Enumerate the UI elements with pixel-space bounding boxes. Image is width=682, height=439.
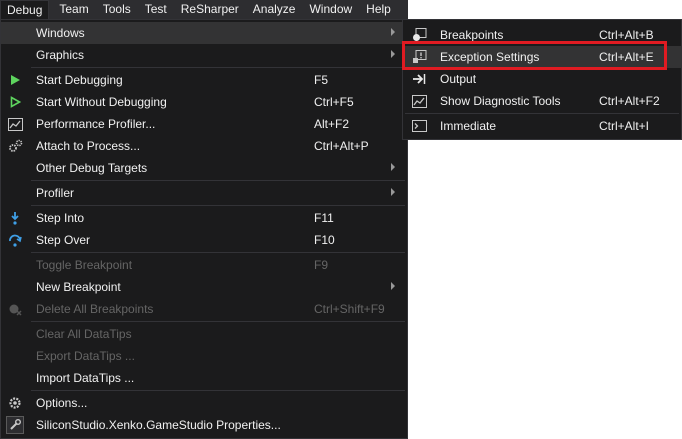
menu-item-label: Immediate bbox=[440, 119, 497, 133]
diagnostic-tools-icon bbox=[411, 94, 427, 108]
menu-item-label: Start Without Debugging bbox=[36, 95, 167, 109]
menu-item-label: Delete All Breakpoints bbox=[36, 302, 154, 316]
submenu-arrow-icon bbox=[391, 188, 395, 196]
menu-item-toggle-breakpoint[interactable]: Toggle Breakpoint F9 bbox=[1, 254, 407, 276]
step-into-icon bbox=[7, 211, 23, 225]
menu-bar: Debug Team Tools Test ReSharper Analyze … bbox=[0, 0, 408, 20]
menu-item-label: Options... bbox=[36, 396, 88, 410]
menu-item-label: Breakpoints bbox=[440, 28, 504, 42]
menu-item-label: Import DataTips ... bbox=[36, 371, 135, 385]
menu-item-attach-to-process[interactable]: Attach to Process... Ctrl+Alt+P bbox=[1, 135, 407, 157]
performance-chart-icon bbox=[7, 117, 23, 131]
menu-item-shortcut: Ctrl+Alt+B bbox=[599, 28, 654, 42]
menu-item-label: Output bbox=[440, 72, 477, 86]
menu-tools[interactable]: Tools bbox=[96, 0, 138, 20]
menu-item-label: Windows bbox=[36, 26, 85, 40]
menu-analyze[interactable]: Analyze bbox=[246, 0, 303, 20]
menu-item-label: Other Debug Targets bbox=[36, 161, 148, 175]
menu-item-shortcut: Ctrl+F5 bbox=[314, 95, 354, 109]
windows-submenu: Breakpoints Ctrl+Alt+B Exception Setting… bbox=[402, 19, 682, 140]
menu-item-delete-all-breakpoints[interactable]: Delete All Breakpoints Ctrl+Shift+F9 bbox=[1, 298, 407, 320]
menu-item-performance-profiler[interactable]: Performance Profiler... Alt+F2 bbox=[1, 113, 407, 135]
menu-item-label: Performance Profiler... bbox=[36, 117, 156, 131]
menu-item-label: Step Over bbox=[36, 233, 91, 247]
menu-test[interactable]: Test bbox=[138, 0, 174, 20]
menu-item-label: New Breakpoint bbox=[36, 280, 121, 294]
menu-item-windows[interactable]: Windows bbox=[1, 22, 407, 44]
menu-window[interactable]: Window bbox=[302, 0, 359, 20]
menu-item-other-debug-targets[interactable]: Other Debug Targets bbox=[1, 157, 407, 179]
menu-separator bbox=[31, 67, 405, 68]
debug-menu: Windows Graphics Start Debugging F5 Star… bbox=[0, 19, 408, 439]
submenu-arrow-icon bbox=[391, 282, 395, 290]
menu-item-label: Show Diagnostic Tools bbox=[440, 94, 561, 108]
menu-item-step-over[interactable]: Step Over F10 bbox=[1, 229, 407, 251]
menu-item-output[interactable]: Output bbox=[403, 68, 681, 90]
menu-item-shortcut: Ctrl+Alt+F2 bbox=[599, 94, 660, 108]
menu-item-shortcut: Alt+F2 bbox=[314, 117, 350, 131]
gears-icon bbox=[7, 139, 23, 153]
menu-item-shortcut: F9 bbox=[314, 258, 329, 272]
menu-item-new-breakpoint[interactable]: New Breakpoint bbox=[1, 276, 407, 298]
immediate-window-icon bbox=[411, 119, 427, 133]
menu-item-project-properties[interactable]: SiliconStudio.Xenko.GameStudio Propertie… bbox=[1, 414, 407, 436]
menu-item-label: Attach to Process... bbox=[36, 139, 141, 153]
menu-item-label: Toggle Breakpoint bbox=[36, 258, 133, 272]
menu-debug[interactable]: Debug bbox=[0, 0, 50, 20]
highlight-annotation-box bbox=[402, 41, 667, 70]
menu-item-import-datatips[interactable]: Import DataTips ... bbox=[1, 367, 407, 389]
menu-separator bbox=[31, 180, 405, 181]
menu-item-immediate[interactable]: Immediate Ctrl+Alt+I bbox=[403, 115, 681, 137]
play-icon bbox=[7, 73, 23, 87]
wrench-icon bbox=[6, 416, 24, 434]
menu-item-label: SiliconStudio.Xenko.GameStudio Propertie… bbox=[36, 418, 281, 432]
menu-item-graphics[interactable]: Graphics bbox=[1, 44, 407, 66]
menu-item-label: Graphics bbox=[36, 48, 85, 62]
menu-item-label: Step Into bbox=[36, 211, 85, 225]
menu-item-shortcut: Ctrl+Alt+I bbox=[599, 119, 650, 133]
menu-separator bbox=[31, 390, 405, 391]
menu-item-start-without-debugging[interactable]: Start Without Debugging Ctrl+F5 bbox=[1, 91, 407, 113]
submenu-arrow-icon bbox=[391, 50, 395, 58]
menu-separator bbox=[405, 113, 679, 114]
menu-item-step-into[interactable]: Step Into F11 bbox=[1, 207, 407, 229]
menu-item-shortcut: F11 bbox=[314, 211, 334, 225]
menu-item-label: Start Debugging bbox=[36, 73, 123, 87]
menu-item-profiler[interactable]: Profiler bbox=[1, 182, 407, 204]
menu-item-shortcut: Ctrl+Alt+P bbox=[314, 139, 369, 153]
output-arrow-icon bbox=[411, 72, 427, 86]
menu-item-label: Export DataTips ... bbox=[36, 349, 135, 363]
submenu-arrow-icon bbox=[391, 163, 395, 171]
breakpoints-window-icon bbox=[411, 28, 427, 42]
menu-item-start-debugging[interactable]: Start Debugging F5 bbox=[1, 69, 407, 91]
menu-item-export-datatips[interactable]: Export DataTips ... bbox=[1, 345, 407, 367]
menu-item-options[interactable]: Options... bbox=[1, 392, 407, 414]
delete-breakpoints-icon bbox=[7, 302, 23, 316]
submenu-arrow-icon bbox=[391, 28, 395, 36]
menu-resharper[interactable]: ReSharper bbox=[174, 0, 246, 20]
gear-icon bbox=[7, 396, 23, 410]
menu-help[interactable]: Help bbox=[359, 0, 398, 20]
menu-item-show-diagnostic-tools[interactable]: Show Diagnostic Tools Ctrl+Alt+F2 bbox=[403, 90, 681, 112]
menu-item-shortcut: F10 bbox=[314, 233, 335, 247]
menu-item-label: Profiler bbox=[36, 186, 75, 200]
menu-item-shortcut: F5 bbox=[314, 73, 329, 87]
step-over-icon bbox=[7, 233, 23, 247]
menu-separator bbox=[31, 321, 405, 322]
menu-item-shortcut: Ctrl+Shift+F9 bbox=[314, 302, 385, 316]
menu-item-label: Clear All DataTips bbox=[36, 327, 132, 341]
menu-team[interactable]: Team bbox=[52, 0, 95, 20]
play-outline-icon bbox=[7, 95, 23, 109]
menu-separator bbox=[31, 205, 405, 206]
menu-separator bbox=[31, 252, 405, 253]
menu-item-clear-all-datatips[interactable]: Clear All DataTips bbox=[1, 323, 407, 345]
